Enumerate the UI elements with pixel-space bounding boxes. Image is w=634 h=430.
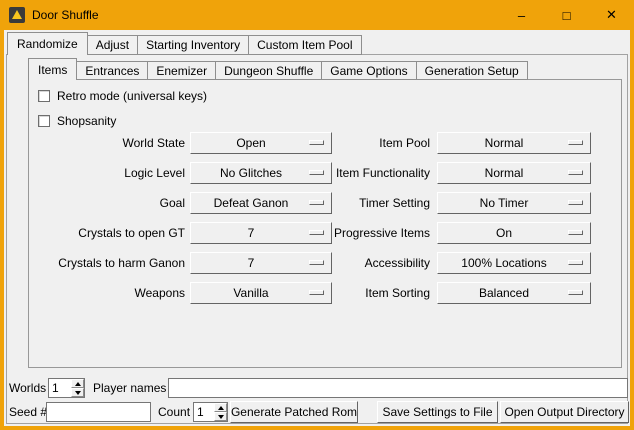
tab-enemizer[interactable]: Enemizer: [147, 61, 216, 80]
arrow-up-icon: [218, 406, 224, 410]
retro-mode-label: Retro mode (universal keys): [57, 89, 207, 103]
player-names-label: Player names: [93, 378, 166, 398]
timer-setting-label: Timer Setting: [305, 192, 430, 214]
crystals-gt-value: 7: [248, 226, 275, 240]
retro-mode-checkbox[interactable]: [38, 90, 50, 102]
app-window: Door Shuffle – □ ✕ Randomize Adjust Star…: [0, 0, 634, 430]
tab-dungeon-shuffle[interactable]: Dungeon Shuffle: [215, 61, 322, 80]
crystals-ganon-label: Crystals to harm Ganon: [40, 252, 185, 274]
world-state-label: World State: [40, 132, 185, 154]
save-settings-button[interactable]: Save Settings to File: [377, 401, 498, 423]
minimize-button[interactable]: –: [499, 0, 544, 30]
progressive-items-value: On: [496, 226, 532, 240]
logic-level-value: No Glitches: [220, 166, 302, 180]
app-icon: [9, 7, 25, 23]
crystals-gt-label: Crystals to open GT: [40, 222, 185, 244]
tab-generation-setup[interactable]: Generation Setup: [416, 61, 528, 80]
worlds-label: Worlds: [9, 378, 46, 398]
spin-up-button[interactable]: [71, 379, 84, 388]
player-names-input[interactable]: [168, 378, 628, 398]
tab-entrances[interactable]: Entrances: [76, 61, 148, 80]
goal-label: Goal: [40, 192, 185, 214]
minimize-icon: –: [518, 8, 525, 23]
maximize-button[interactable]: □: [544, 0, 589, 30]
item-pool-label: Item Pool: [305, 132, 430, 154]
weapons-label: Weapons: [40, 282, 185, 304]
shopsanity-checkbox[interactable]: [38, 115, 50, 127]
progressive-items-label: Progressive Items: [305, 222, 430, 244]
worlds-spin-buttons: [71, 379, 84, 397]
accessibility-dropdown[interactable]: 100% Locations: [437, 252, 591, 274]
item-functionality-value: Normal: [485, 166, 544, 180]
generate-patched-rom-button[interactable]: Generate Patched Rom: [230, 401, 358, 423]
window-title: Door Shuffle: [32, 8, 499, 22]
item-sorting-label: Item Sorting: [305, 282, 430, 304]
tab-starting-inventory[interactable]: Starting Inventory: [137, 35, 249, 55]
spin-down-button[interactable]: [71, 388, 84, 397]
dropdown-indicator-icon: [568, 290, 583, 295]
count-label: Count: [158, 402, 190, 422]
accessibility-label: Accessibility: [305, 252, 430, 274]
item-functionality-dropdown[interactable]: Normal: [437, 162, 591, 184]
seed-input[interactable]: [46, 402, 151, 422]
goal-value: Defeat Ganon: [214, 196, 309, 210]
world-state-value: Open: [236, 136, 285, 150]
shopsanity-checkbox-row[interactable]: Shopsanity: [38, 114, 116, 128]
timer-setting-value: No Timer: [480, 196, 549, 210]
spin-up-button[interactable]: [214, 403, 227, 412]
timer-setting-dropdown[interactable]: No Timer: [437, 192, 591, 214]
arrow-up-icon: [75, 382, 81, 386]
count-value: 1: [197, 403, 204, 421]
spin-down-button[interactable]: [214, 412, 227, 421]
arrow-down-icon: [218, 415, 224, 419]
seed-label: Seed #: [9, 402, 47, 422]
secondary-tab-bar: Items Entrances Enemizer Dungeon Shuffle…: [28, 58, 528, 80]
item-pool-dropdown[interactable]: Normal: [437, 132, 591, 154]
tab-adjust[interactable]: Adjust: [87, 35, 138, 55]
titlebar: Door Shuffle – □ ✕: [0, 0, 634, 30]
close-button[interactable]: ✕: [589, 0, 634, 30]
shopsanity-label: Shopsanity: [57, 114, 116, 128]
item-sorting-dropdown[interactable]: Balanced: [437, 282, 591, 304]
count-spin-buttons: [214, 403, 227, 421]
arrow-down-icon: [75, 391, 81, 395]
dropdown-indicator-icon: [568, 200, 583, 205]
worlds-value: 1: [52, 379, 59, 397]
dropdown-indicator-icon: [568, 260, 583, 265]
dropdown-indicator-icon: [568, 230, 583, 235]
accessibility-value: 100% Locations: [461, 256, 566, 270]
count-spinbox[interactable]: 1: [193, 402, 228, 422]
item-functionality-label: Item Functionality: [305, 162, 430, 184]
retro-mode-checkbox-row[interactable]: Retro mode (universal keys): [38, 89, 207, 103]
dropdown-indicator-icon: [568, 140, 583, 145]
item-sorting-value: Balanced: [479, 286, 549, 300]
progressive-items-dropdown[interactable]: On: [437, 222, 591, 244]
close-icon: ✕: [606, 7, 617, 23]
worlds-spinbox[interactable]: 1: [48, 378, 85, 398]
logic-level-label: Logic Level: [40, 162, 185, 184]
open-output-directory-button[interactable]: Open Output Directory: [500, 401, 629, 423]
maximize-icon: □: [563, 8, 571, 23]
tab-items[interactable]: Items: [28, 58, 77, 80]
tab-game-options[interactable]: Game Options: [321, 61, 416, 80]
weapons-value: Vanilla: [233, 286, 288, 300]
primary-tab-bar: Randomize Adjust Starting Inventory Cust…: [7, 32, 362, 55]
item-pool-value: Normal: [485, 136, 544, 150]
crystals-ganon-value: 7: [248, 256, 275, 270]
tab-custom-item-pool[interactable]: Custom Item Pool: [248, 35, 361, 55]
dropdown-indicator-icon: [568, 170, 583, 175]
tab-randomize[interactable]: Randomize: [7, 32, 88, 55]
